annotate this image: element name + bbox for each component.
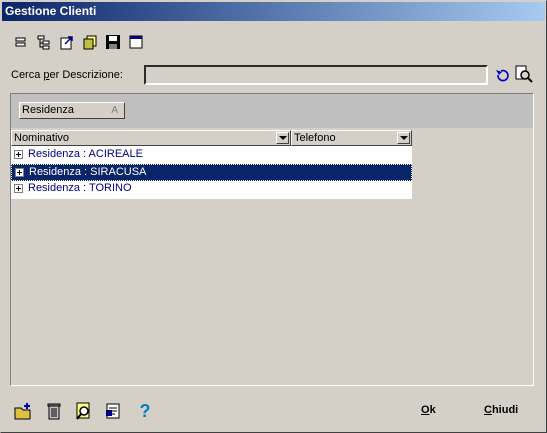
search-input[interactable] bbox=[144, 65, 488, 85]
group-chip-residenza[interactable]: Residenza A bbox=[19, 102, 125, 119]
find-record-icon[interactable] bbox=[73, 401, 95, 421]
column-header-telefono[interactable]: Telefono bbox=[291, 130, 412, 146]
column-header-nominativo[interactable]: Nominativo bbox=[11, 130, 291, 146]
help-icon[interactable]: ? bbox=[134, 401, 156, 421]
column-filter-dropdown-icon[interactable] bbox=[397, 132, 410, 144]
group-row[interactable]: Residenza : ACIREALE bbox=[11, 147, 412, 164]
group-row-label: Residenza : ACIREALE bbox=[28, 148, 143, 160]
column-filter-dropdown-icon[interactable] bbox=[276, 132, 289, 144]
print-preview-icon[interactable] bbox=[102, 401, 124, 421]
export-icon[interactable] bbox=[57, 32, 76, 51]
group-row-selected[interactable]: Residenza : SIRACUSA bbox=[11, 164, 412, 181]
ok-button[interactable]: Ok bbox=[421, 404, 436, 416]
search-icon[interactable] bbox=[515, 65, 533, 83]
expand-plus-icon[interactable] bbox=[14, 150, 23, 159]
expand-tree-icon[interactable] bbox=[34, 32, 53, 51]
search-label: Cerca per Descrizione: bbox=[11, 69, 123, 81]
group-row-label: Residenza : TORINO bbox=[28, 182, 132, 194]
window: Gestione Clienti Cerca per Descrizione: bbox=[0, 0, 547, 433]
copy-icon[interactable] bbox=[80, 32, 99, 51]
new-record-icon[interactable] bbox=[12, 401, 34, 421]
group-chip-label: Residenza bbox=[22, 104, 74, 116]
collapse-icon[interactable] bbox=[11, 32, 30, 51]
column-header-label: Telefono bbox=[294, 132, 336, 144]
close-button[interactable]: Chiudi bbox=[484, 404, 518, 416]
group-row-label: Residenza : SIRACUSA bbox=[29, 166, 147, 178]
window-title: Gestione Clienti bbox=[2, 2, 545, 21]
group-row[interactable]: Residenza : TORINO bbox=[11, 181, 412, 198]
sort-ascending-icon: A bbox=[111, 105, 118, 116]
toolbar bbox=[11, 32, 145, 52]
group-by-band: Residenza A bbox=[11, 94, 533, 128]
expand-plus-icon[interactable] bbox=[15, 168, 24, 177]
data-grid: Nominativo Telefono Residenza : ACIREALE… bbox=[11, 130, 412, 199]
expand-plus-icon[interactable] bbox=[14, 184, 23, 193]
undo-icon[interactable] bbox=[494, 67, 510, 83]
save-icon[interactable] bbox=[103, 32, 122, 51]
main-panel: Residenza A Nominativo Telefono Residenz… bbox=[10, 93, 534, 386]
column-header-label: Nominativo bbox=[14, 132, 70, 144]
delete-icon[interactable] bbox=[43, 401, 65, 421]
window-icon[interactable] bbox=[126, 32, 145, 51]
